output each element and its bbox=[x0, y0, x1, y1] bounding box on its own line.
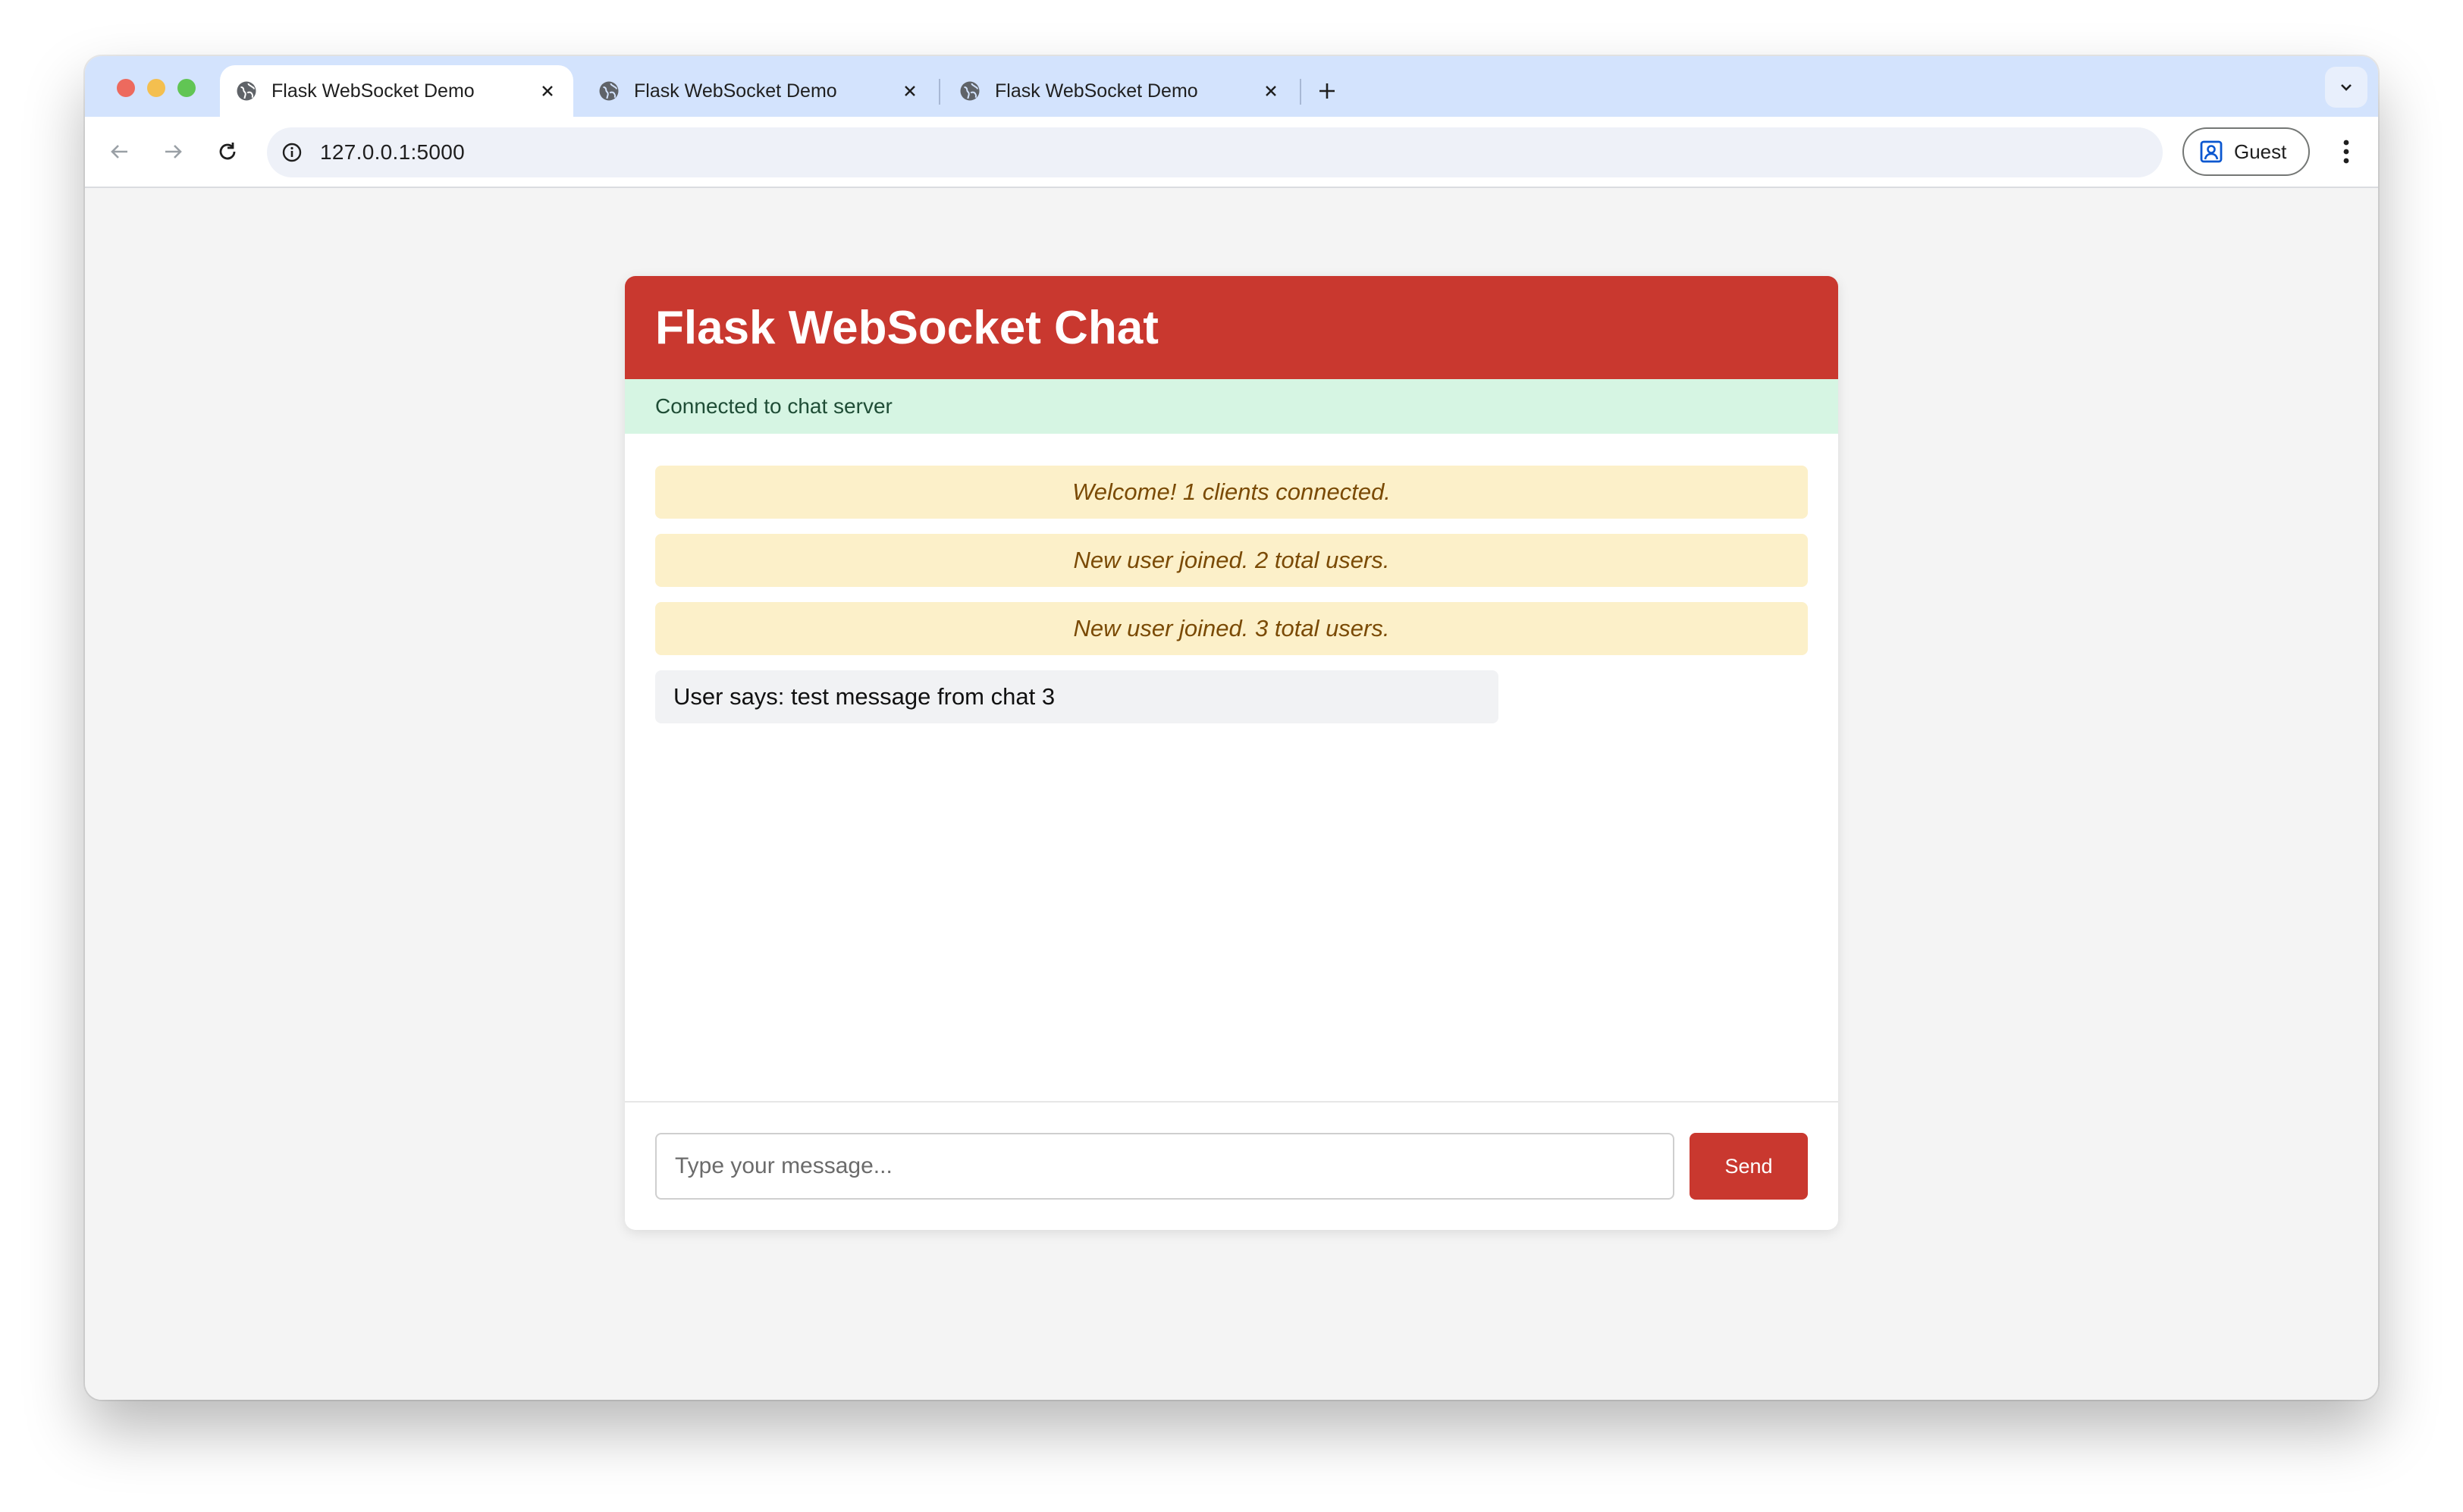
maximize-window-button[interactable] bbox=[177, 79, 196, 97]
tab-title: Flask WebSocket Demo bbox=[634, 80, 837, 102]
page-viewport: Flask WebSocket Chat Connected to chat s… bbox=[85, 188, 2378, 1400]
browser-menu-button[interactable] bbox=[2331, 133, 2361, 170]
reload-icon bbox=[219, 143, 236, 160]
tab-2[interactable]: Flask WebSocket Demo bbox=[582, 65, 936, 117]
system-message: New user joined. 3 total users. bbox=[655, 602, 1808, 655]
chat-header: Flask WebSocket Chat bbox=[625, 276, 1838, 379]
reload-button[interactable] bbox=[211, 135, 244, 168]
globe-icon bbox=[235, 80, 258, 102]
browser-toolbar: 127.0.0.1:5000 Guest bbox=[85, 117, 2378, 188]
tab-separator bbox=[1300, 79, 1301, 105]
address-bar[interactable]: 127.0.0.1:5000 bbox=[267, 127, 2163, 177]
back-button[interactable] bbox=[103, 135, 136, 168]
new-tab-button[interactable] bbox=[1313, 77, 1341, 105]
tab-1[interactable]: Flask WebSocket Demo bbox=[220, 65, 573, 117]
person-badge-icon bbox=[2200, 140, 2223, 163]
tab-3[interactable]: Flask WebSocket Demo bbox=[943, 65, 1297, 117]
arrow-right-icon bbox=[165, 145, 182, 158]
close-tab-icon[interactable] bbox=[899, 80, 921, 102]
page-title: Flask WebSocket Chat bbox=[655, 301, 1159, 354]
more-vertical-icon bbox=[2343, 140, 2349, 164]
close-tab-icon[interactable] bbox=[1260, 80, 1282, 102]
globe-icon bbox=[598, 80, 620, 102]
forward-button[interactable] bbox=[156, 135, 190, 168]
close-window-button[interactable] bbox=[117, 79, 135, 97]
tab-search-button[interactable] bbox=[2325, 67, 2367, 108]
tab-title: Flask WebSocket Demo bbox=[271, 80, 475, 102]
browser-window: Flask WebSocket Demo Flask WebSocket Dem… bbox=[85, 56, 2378, 1400]
info-icon[interactable] bbox=[281, 141, 303, 164]
chat-container: Flask WebSocket Chat Connected to chat s… bbox=[625, 276, 1838, 1230]
screen: Flask WebSocket Demo Flask WebSocket Dem… bbox=[0, 0, 2463, 1512]
system-message: New user joined. 2 total users. bbox=[655, 534, 1808, 587]
user-message: User says: test message from chat 3 bbox=[655, 670, 1498, 723]
message-input[interactable] bbox=[655, 1133, 1674, 1200]
tab-title: Flask WebSocket Demo bbox=[995, 80, 1198, 102]
minimize-window-button[interactable] bbox=[147, 79, 165, 97]
tab-separator bbox=[939, 79, 940, 105]
message-list: Welcome! 1 clients connected. New user j… bbox=[655, 466, 1808, 723]
profile-button[interactable]: Guest bbox=[2182, 127, 2310, 176]
chevron-down-icon bbox=[2341, 84, 2352, 91]
tab-strip: Flask WebSocket Demo Flask WebSocket Dem… bbox=[85, 56, 2378, 117]
send-button[interactable]: Send bbox=[1690, 1133, 1808, 1200]
message-composer: Send bbox=[625, 1101, 1838, 1230]
system-message: Welcome! 1 clients connected. bbox=[655, 466, 1808, 519]
url-text: 127.0.0.1:5000 bbox=[320, 140, 466, 164]
arrow-left-icon bbox=[111, 145, 127, 158]
globe-icon bbox=[959, 80, 981, 102]
connection-status: Connected to chat server bbox=[625, 379, 1838, 434]
profile-label: Guest bbox=[2234, 140, 2287, 163]
close-tab-icon[interactable] bbox=[537, 80, 558, 102]
